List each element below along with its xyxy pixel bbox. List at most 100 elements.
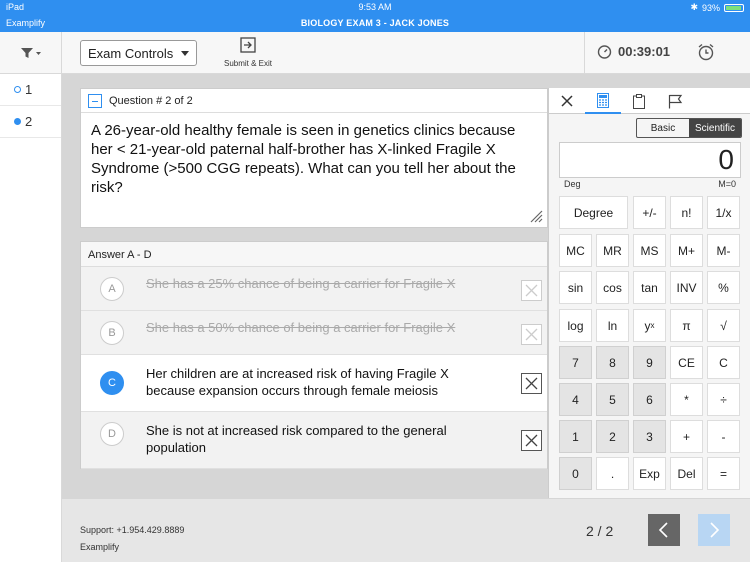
key-degree[interactable]: Degree — [559, 196, 628, 229]
question-number: 1 — [25, 82, 33, 97]
key-exp[interactable]: Exp — [633, 457, 666, 490]
tab-notes[interactable] — [621, 88, 657, 114]
question-item-1[interactable]: 1 — [0, 74, 61, 106]
key-plus[interactable]: + — [670, 420, 703, 453]
key-m-minus[interactable]: M- — [707, 234, 740, 267]
status-right: ✱ 93% — [690, 2, 744, 13]
question-list: 1 2 — [0, 74, 62, 562]
alarm-button[interactable] — [697, 43, 715, 66]
answer-header: Answer A - D — [81, 242, 547, 267]
chevron-down-icon — [181, 51, 189, 56]
question-header: Question # 2 of 2 — [81, 89, 547, 113]
support-phone: Support: +1.954.429.8889 — [80, 525, 185, 535]
clipboard-icon — [633, 93, 645, 109]
key-mr[interactable]: MR — [596, 234, 629, 267]
key-ln[interactable]: ln — [596, 309, 629, 342]
key-y-pow-x[interactable]: yx — [633, 309, 666, 342]
footer: Support: +1.954.429.8889 Examplify 2 / 2 — [62, 499, 750, 562]
filter-icon — [20, 48, 41, 58]
mode-scientific[interactable]: Scientific — [689, 119, 741, 137]
key-reciprocal[interactable]: 1/x — [707, 196, 740, 229]
key-ms[interactable]: MS — [633, 234, 666, 267]
close-tools-button[interactable] — [549, 88, 585, 114]
tab-flag[interactable] — [657, 88, 693, 114]
key-9[interactable]: 9 — [633, 346, 666, 379]
flag-icon — [668, 94, 682, 108]
answer-letter-selected[interactable]: C — [100, 371, 124, 395]
mode-basic[interactable]: Basic — [637, 119, 689, 137]
key-percent[interactable]: % — [707, 271, 740, 304]
key-1[interactable]: 1 — [559, 420, 592, 453]
chevron-right-icon — [710, 522, 720, 538]
question-number: 2 — [25, 114, 33, 129]
key-inv[interactable]: INV — [670, 271, 703, 304]
calculator-icon — [597, 92, 609, 108]
key-8[interactable]: 8 — [596, 346, 629, 379]
exam-controls-label: Exam Controls — [88, 46, 174, 61]
memory-indicator: M=0 — [718, 179, 736, 189]
answer-letter[interactable]: D — [100, 422, 124, 446]
key-minus[interactable]: - — [707, 420, 740, 453]
key-del[interactable]: Del — [670, 457, 703, 490]
key-multiply[interactable]: * — [670, 383, 703, 416]
key-mc[interactable]: MC — [559, 234, 592, 267]
answer-letter[interactable]: A — [100, 277, 124, 301]
key-c[interactable]: C — [707, 346, 740, 379]
submit-exit-label: Submit & Exit — [223, 59, 272, 68]
answer-option-b[interactable]: B She has a 50% chance of being a carrie… — [81, 311, 547, 355]
cross-out-button[interactable] — [521, 324, 542, 345]
key-3[interactable]: 3 — [633, 420, 666, 453]
exam-controls-dropdown[interactable]: Exam Controls — [80, 40, 197, 66]
key-4[interactable]: 4 — [559, 383, 592, 416]
key-sin[interactable]: sin — [559, 271, 592, 304]
clock: 9:53 AM — [358, 2, 392, 12]
calculator-mode-toggle[interactable]: Basic Scientific — [636, 118, 742, 138]
tab-calculator[interactable] — [585, 88, 621, 114]
calculator-display: 0 — [559, 142, 741, 178]
key-m-plus[interactable]: M+ — [670, 234, 703, 267]
filter-button[interactable] — [0, 32, 62, 74]
cross-out-button[interactable] — [521, 280, 542, 301]
key-sqrt[interactable]: √ — [707, 309, 740, 342]
answer-option-c[interactable]: C Her children are at increased risk of … — [81, 355, 547, 412]
key-cos[interactable]: cos — [596, 271, 629, 304]
key-5[interactable]: 5 — [596, 383, 629, 416]
status-bar: iPad 9:53 AM ✱ 93% — [0, 0, 750, 15]
key-y-pow-x-exp: x — [650, 321, 655, 330]
next-question-button[interactable] — [698, 514, 730, 546]
timer-value: 00:39:01 — [618, 44, 671, 59]
key-0[interactable]: 0 — [559, 457, 592, 490]
resize-grip-icon[interactable] — [529, 209, 543, 223]
alarm-clock-icon — [698, 43, 714, 61]
answer-option-d[interactable]: D She is not at increased risk compared … — [81, 412, 547, 469]
cross-out-button[interactable] — [521, 373, 542, 394]
submit-exit-button[interactable]: Submit & Exit — [220, 37, 276, 68]
key-dot[interactable]: . — [596, 457, 629, 490]
exam-timer[interactable]: 00:39:01 — [597, 44, 670, 59]
key-2[interactable]: 2 — [596, 420, 629, 453]
key-equals[interactable]: = — [707, 457, 740, 490]
key-log[interactable]: log — [559, 309, 592, 342]
question-item-2[interactable]: 2 — [0, 106, 61, 138]
page-indicator: 2 / 2 — [586, 523, 614, 539]
tool-tabs — [549, 88, 750, 114]
footer-app-name: Examplify — [80, 542, 120, 552]
answer-letter[interactable]: B — [100, 321, 124, 345]
answer-text: Her children are at increased risk of ha… — [146, 366, 449, 398]
key-7[interactable]: 7 — [559, 346, 592, 379]
answer-list: Answer A - D A She has a 25% chance of b… — [80, 241, 548, 469]
key-divide[interactable]: ÷ — [707, 383, 740, 416]
key-plus-minus[interactable]: +/- — [633, 196, 666, 229]
key-ce[interactable]: CE — [670, 346, 703, 379]
stopwatch-icon — [597, 45, 612, 59]
key-pi[interactable]: π — [670, 309, 703, 342]
close-icon — [561, 95, 573, 107]
key-factorial[interactable]: n! — [670, 196, 703, 229]
key-6[interactable]: 6 — [633, 383, 666, 416]
previous-question-button[interactable] — [648, 514, 680, 546]
answer-text: She has a 25% chance of being a carrier … — [146, 276, 456, 291]
collapse-icon[interactable] — [88, 93, 102, 108]
answer-option-a[interactable]: A She has a 25% chance of being a carrie… — [81, 267, 547, 311]
key-tan[interactable]: tan — [633, 271, 666, 304]
cross-out-button[interactable] — [521, 430, 542, 451]
